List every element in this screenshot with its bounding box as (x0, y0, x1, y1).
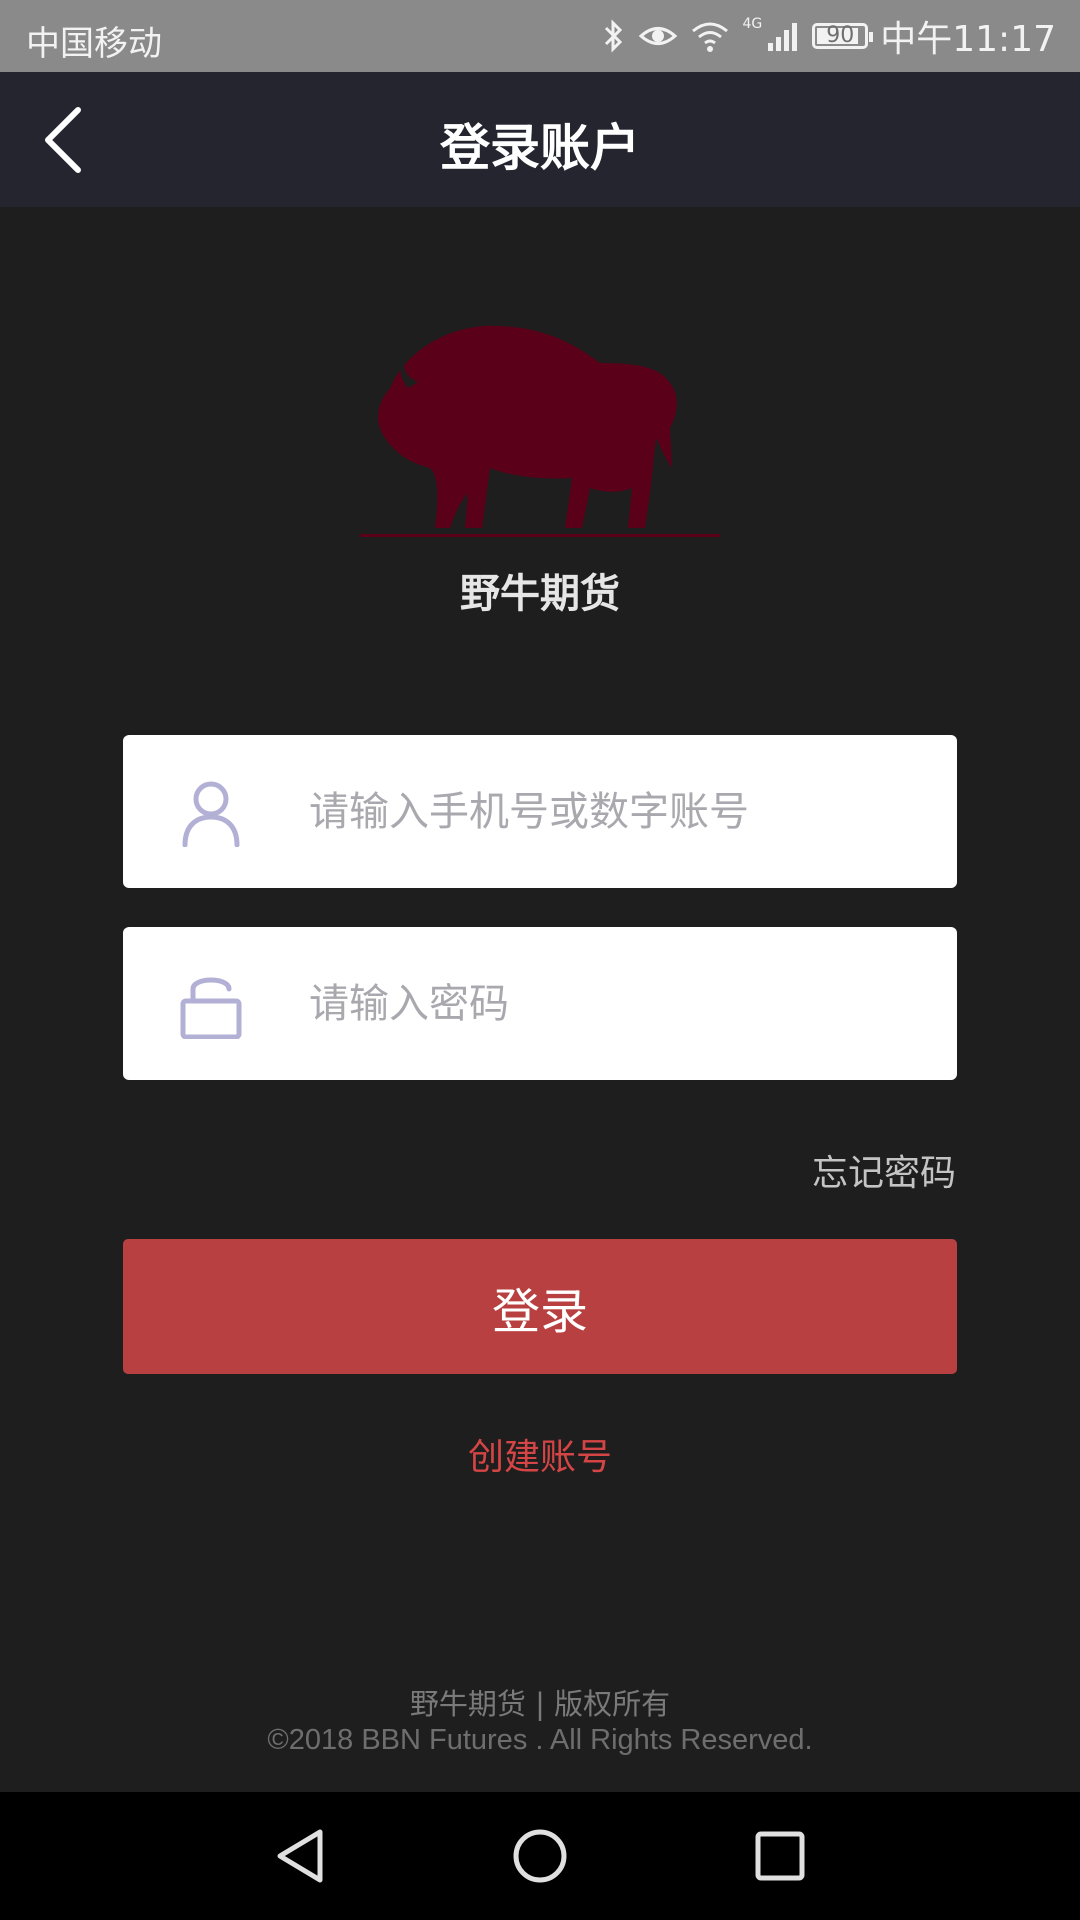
login-button[interactable]: 登录 (123, 1239, 957, 1374)
forgot-password-link[interactable]: 忘记密码 (812, 1144, 956, 1196)
carrier-label: 中国移动 (26, 24, 162, 64)
app-header: 登录账户 (0, 72, 1080, 207)
status-bar: 中国移动 4G 90 中午11:17 (0, 0, 1080, 72)
user-icon (182, 781, 240, 847)
password-field[interactable] (123, 927, 957, 1080)
footer-copyright-cn: 野牛期货 | 版权所有 (409, 1687, 671, 1721)
create-account-link[interactable]: 创建账号 (0, 1428, 1080, 1480)
password-input[interactable] (309, 927, 929, 1080)
network-type: 4G (742, 16, 763, 32)
bison-logo (360, 325, 720, 537)
account-field[interactable] (123, 735, 957, 888)
system-nav-bar (0, 1792, 1080, 1920)
footer-copyright-en: ©2018 BBN Futures . All Rights Reserved. (267, 1724, 813, 1756)
status-icons: 4G 90 中午11:17 (602, 10, 1056, 62)
bluetooth-icon (605, 19, 623, 53)
nav-back-icon[interactable] (268, 1824, 332, 1888)
battery-level: 90 (826, 23, 855, 48)
account-input[interactable] (309, 735, 929, 888)
nav-home-icon[interactable] (508, 1824, 572, 1888)
clock: 中午11:17 (880, 19, 1056, 60)
eye-icon (639, 27, 678, 45)
nav-recent-apps-icon[interactable] (748, 1824, 812, 1888)
lock-icon (180, 977, 242, 1039)
page-title: 登录账户 (440, 119, 640, 177)
battery-icon: 90 (812, 23, 874, 49)
wifi-icon (692, 22, 729, 52)
signal-icon (768, 23, 798, 51)
brand-name: 野牛期货 (460, 571, 620, 617)
